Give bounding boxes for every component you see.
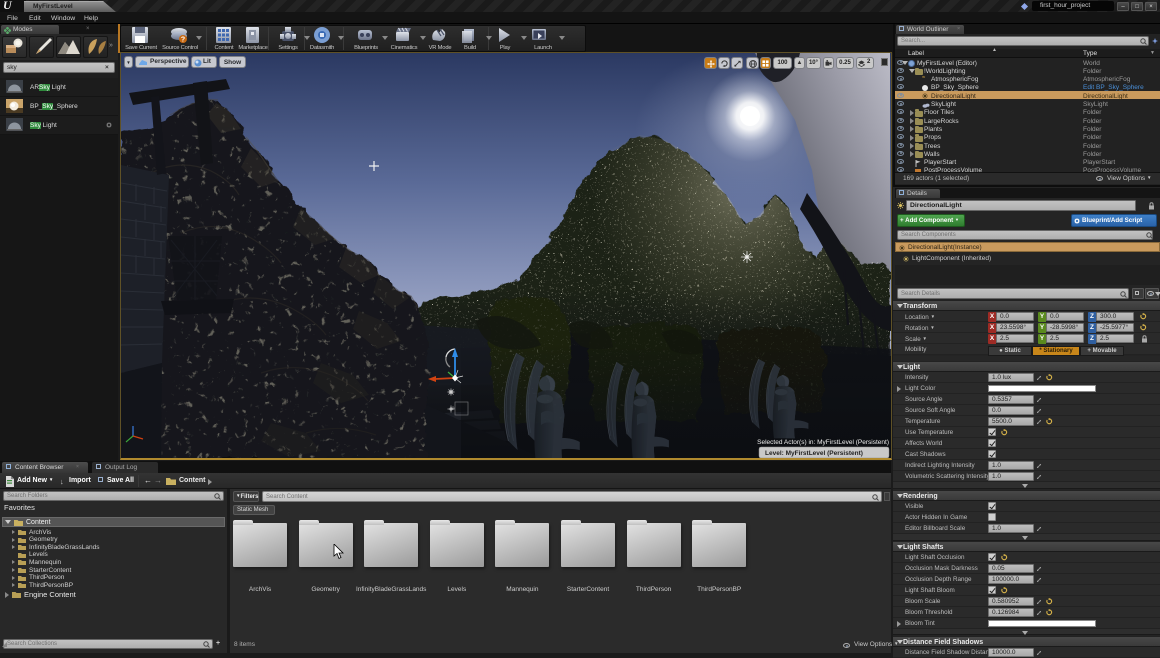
svg-text:Selected Actor(s) in: MyFirst: Selected Actor(s) in: MyFirstLevel (Pers… bbox=[757, 439, 889, 446]
svg-text:?: ? bbox=[181, 37, 185, 44]
svg-text:Level: MyFirstLevel (Persiste: Level: MyFirstLevel (Persistent) bbox=[765, 450, 863, 457]
